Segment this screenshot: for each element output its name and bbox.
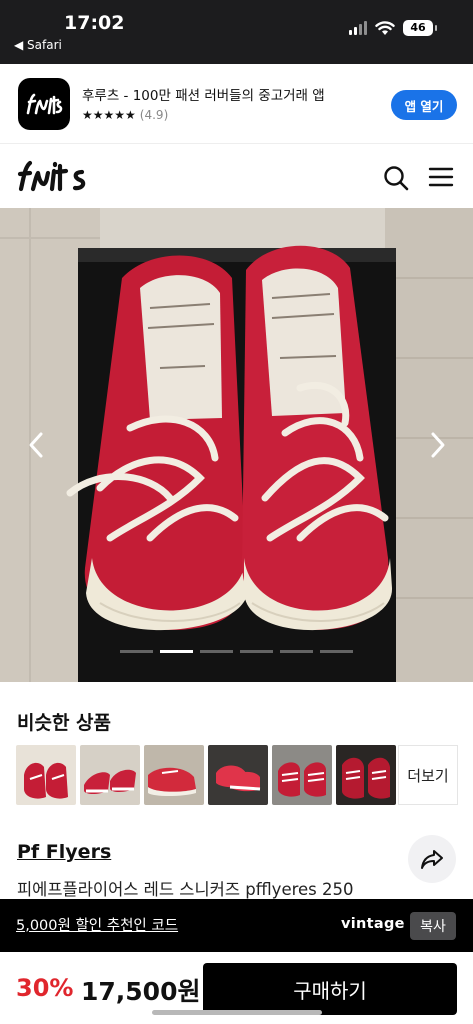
- carousel-dot[interactable]: [120, 650, 153, 653]
- chevron-left-icon[interactable]: [24, 430, 48, 460]
- app-install-banner: 후루츠 - 100만 패션 러버들의 중고거래 앱 ★★★★★ (4.9) 앱 열…: [0, 64, 473, 144]
- carousel-dot[interactable]: [320, 650, 353, 653]
- similar-products-list: [16, 745, 396, 805]
- app-banner-title: 후루츠 - 100만 패션 러버들의 중고거래 앱: [82, 88, 325, 104]
- similar-product-thumbnail[interactable]: [336, 745, 396, 805]
- wifi-icon: [375, 20, 395, 35]
- rating-score: (4.9): [139, 108, 169, 122]
- similar-product-thumbnail[interactable]: [80, 745, 140, 805]
- promo-brand: vintage: [341, 916, 405, 932]
- menu-icon[interactable]: [428, 166, 454, 188]
- battery-icon: 46: [403, 20, 437, 36]
- promo-bar: 5,000원 할인 추천인 코드 vintage 복사: [0, 899, 473, 952]
- carousel-indicators: [120, 650, 353, 653]
- fruits-logo[interactable]: [16, 158, 90, 198]
- app-logo-icon: [18, 78, 70, 130]
- more-similar-button[interactable]: 더보기: [398, 745, 458, 805]
- product-photo: [0, 208, 473, 682]
- search-icon[interactable]: [382, 164, 410, 192]
- share-button[interactable]: [408, 835, 456, 883]
- referral-code-link[interactable]: 5,000원 할인 추천인 코드: [16, 914, 178, 935]
- price: 17,500원: [81, 977, 201, 1006]
- status-icons: 46: [349, 20, 437, 36]
- buy-button[interactable]: 구매하기: [203, 963, 457, 1015]
- carousel-dot[interactable]: [200, 650, 233, 653]
- carousel-dot[interactable]: [240, 650, 273, 653]
- back-to-safari-link[interactable]: ◀ Safari: [14, 38, 62, 52]
- similar-product-thumbnail[interactable]: [272, 745, 332, 805]
- similar-product-thumbnail[interactable]: [16, 745, 76, 805]
- home-indicator: [152, 1010, 322, 1015]
- purchase-bar: 30% 17,500원 구매하기: [0, 952, 473, 1024]
- copy-code-button[interactable]: 복사: [410, 912, 456, 940]
- status-bar: 17:02 ◀ Safari 46: [0, 0, 473, 64]
- product-name: 피에프플라이어스 레드 스니커즈 pfflyeres 250: [17, 880, 354, 899]
- share-icon: [421, 850, 443, 869]
- chevron-right-icon[interactable]: [426, 430, 450, 460]
- rating-stars-icon: ★★★★★: [82, 108, 136, 122]
- carousel-dot-active[interactable]: [160, 650, 193, 653]
- similar-product-thumbnail[interactable]: [144, 745, 204, 805]
- brand-link[interactable]: Pf Flyers: [17, 841, 111, 863]
- status-time: 17:02: [64, 12, 125, 34]
- similar-products-title: 비슷한 상품: [17, 712, 112, 734]
- product-image-carousel[interactable]: [0, 208, 473, 682]
- site-header: [0, 144, 473, 208]
- open-app-button[interactable]: 앱 열기: [391, 90, 457, 120]
- app-rating: ★★★★★ (4.9): [82, 108, 168, 122]
- discount-rate: 30%: [16, 974, 74, 1002]
- similar-product-thumbnail[interactable]: [208, 745, 268, 805]
- signal-icon: [349, 21, 367, 35]
- carousel-dot[interactable]: [280, 650, 313, 653]
